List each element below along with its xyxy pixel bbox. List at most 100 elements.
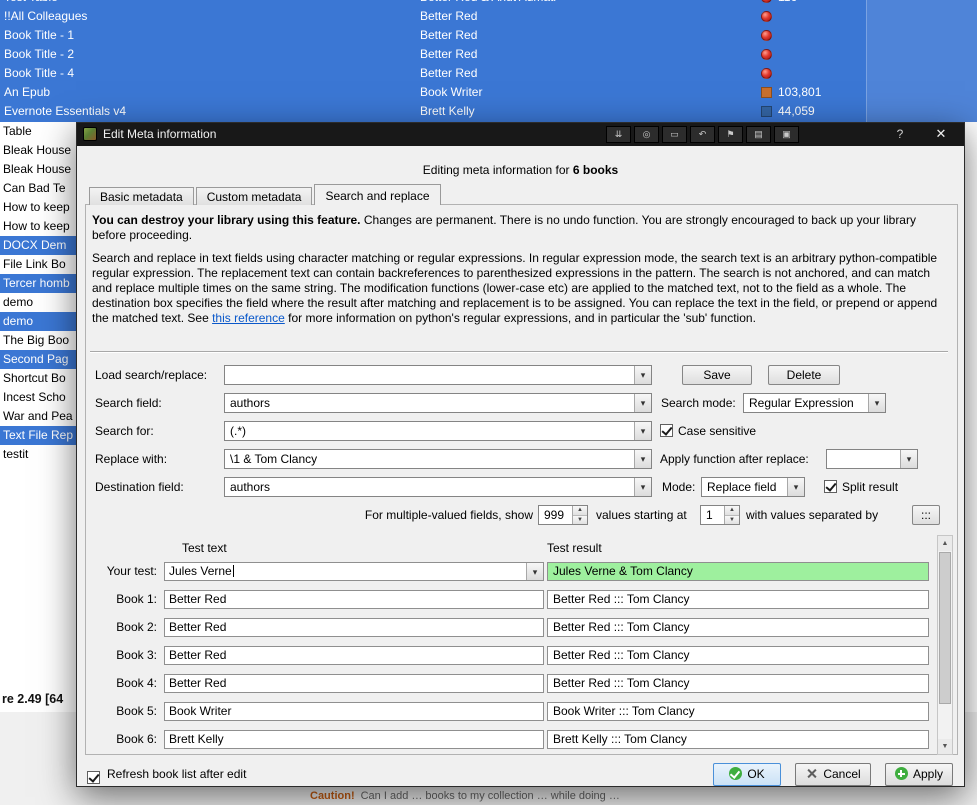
book-row[interactable]: !!All Colleagues Better Red <box>0 7 977 26</box>
split-result-label[interactable]: Split result <box>842 477 898 497</box>
book-pages: 116 <box>778 0 797 7</box>
scrollbar-thumb[interactable] <box>939 552 951 704</box>
spin-down-icon[interactable]: ▼ <box>725 515 739 524</box>
destination-field-combo[interactable]: authors ▾ <box>224 477 652 497</box>
book-row[interactable]: Evernote Essentials v4 Brett Kelly 44,05… <box>0 102 977 121</box>
start-value-spinner[interactable]: 1 ▲ ▼ <box>700 505 740 525</box>
replace-with-combo[interactable]: \1 & Tom Clancy ▾ <box>224 449 652 469</box>
book-row[interactable]: An Epub Book Writer 103,801 <box>0 83 977 102</box>
save-button[interactable]: Save <box>682 365 752 385</box>
spin-up-icon[interactable]: ▲ <box>725 506 739 515</box>
book-6-input[interactable]: Brett Kelly <box>164 730 544 749</box>
chevron-down-icon[interactable]: ▾ <box>634 450 651 468</box>
apply-function-combo[interactable]: ▾ <box>826 449 918 469</box>
apply-label: Apply <box>912 767 944 781</box>
search-field-label: Search field: <box>95 396 162 410</box>
chevron-down-icon[interactable]: ▾ <box>634 366 651 384</box>
tab-bar: Basic metadata Custom metadata Search an… <box>89 184 443 205</box>
dialog-title: Edit Meta information <box>103 127 217 141</box>
search-for-label: Search for: <box>95 424 154 438</box>
book-row[interactable]: Book Title - 4 Better Red <box>0 64 977 83</box>
search-field-combo[interactable]: authors ▾ <box>224 393 652 413</box>
book-author: Better Red <box>420 47 478 61</box>
tab-basic-metadata[interactable]: Basic metadata <box>89 187 194 205</box>
edit-meta-dialog: Edit Meta information ⇊ ◎ ▭ ↶ ⚑ ▤ ▣ ? ✕ … <box>76 122 965 787</box>
book-2-input[interactable]: Better Red <box>164 618 544 637</box>
apply-button[interactable]: Apply <box>885 763 953 786</box>
tab-search-and-replace[interactable]: Search and replace <box>314 184 441 205</box>
replace-with-label: Replace with: <box>95 452 168 466</box>
spinner-arrows: ▲ ▼ <box>724 506 739 524</box>
close-icon[interactable]: ✕ <box>932 126 950 142</box>
highlight-widget-icon[interactable]: ◎ <box>634 126 659 143</box>
spin-up-icon[interactable]: ▲ <box>573 506 587 515</box>
red-sphere-icon <box>761 49 772 60</box>
delete-button[interactable]: Delete <box>768 365 840 385</box>
chevron-down-icon[interactable]: ▾ <box>634 478 651 496</box>
chevron-down-icon[interactable]: ▾ <box>634 394 651 412</box>
book-row[interactable]: Book Title - 1 Better Red <box>0 26 977 45</box>
spinner-value: 1 <box>706 508 713 522</box>
undo-widget-icon[interactable]: ↶ <box>690 126 715 143</box>
scroll-up-icon[interactable]: ▲ <box>938 536 952 551</box>
this-reference-link[interactable]: this reference <box>212 311 285 325</box>
description-text: Search and replace in text fields using … <box>92 251 950 326</box>
spinner-arrows: ▲ ▼ <box>572 506 587 524</box>
calibre-screen: Test Table Better Red & Anut Admati 116 … <box>0 0 977 805</box>
book-author: Better Red <box>420 9 478 23</box>
collapse-widget-icon[interactable]: ⇊ <box>606 126 631 143</box>
dialog-titlebar[interactable]: Edit Meta information ⇊ ◎ ▭ ↶ ⚑ ▤ ▣ ? ✕ <box>77 123 964 146</box>
chevron-down-icon[interactable]: ▾ <box>900 450 917 468</box>
multi-fields-label-1: For multiple-valued fields, show <box>364 508 533 522</box>
book-row[interactable]: Test Table Better Red & Anut Admati 116 <box>0 0 977 7</box>
help-icon[interactable]: ? <box>892 127 908 141</box>
book-5-input[interactable]: Book Writer <box>164 702 544 721</box>
show-values-spinner[interactable]: 999 ▲ ▼ <box>538 505 588 525</box>
subtitle-prefix: Editing meta information for <box>422 163 573 177</box>
book-row[interactable]: Book Title - 2 Better Red <box>0 45 977 64</box>
mode-label: Mode: <box>662 480 696 494</box>
caution-label: Caution! <box>310 790 355 802</box>
tab-custom-metadata[interactable]: Custom metadata <box>195 187 313 205</box>
chevron-down-icon[interactable]: ▾ <box>634 422 651 440</box>
cancel-button[interactable]: Cancel <box>795 763 871 786</box>
search-mode-combo[interactable]: Regular Expression ▾ <box>743 393 886 413</box>
book-author: Book Writer <box>420 85 483 99</box>
refresh-book-list-checkbox[interactable] <box>87 771 100 784</box>
split-result-checkbox[interactable] <box>824 480 837 493</box>
chevron-down-icon[interactable]: ▾ <box>526 563 543 580</box>
scroll-down-icon[interactable]: ▼ <box>938 739 952 754</box>
spin-down-icon[interactable]: ▼ <box>573 515 587 524</box>
mode-combo[interactable]: Replace field ▾ <box>701 477 805 497</box>
test-area-scrollbar[interactable]: ▲ ▼ <box>937 535 953 755</box>
flag-widget-icon[interactable]: ⚑ <box>718 126 743 143</box>
minimize-widget-icon[interactable]: ▤ <box>746 126 771 143</box>
chevron-down-icon[interactable]: ▾ <box>868 394 885 412</box>
dialog-subtitle: Editing meta information for 6 books <box>77 163 964 177</box>
multi-fields-label-2: values starting at <box>596 508 687 522</box>
book-6-result: Brett Kelly ::: Tom Clancy <box>547 730 929 749</box>
book-4-label: Book 4: <box>116 676 157 690</box>
book-author: Brett Kelly <box>420 104 475 118</box>
search-for-combo[interactable]: (.*) ▾ <box>224 421 652 441</box>
subtitle-book-count: 6 books <box>572 163 619 177</box>
combo-value: Replace field <box>707 480 777 494</box>
separator-button[interactable]: ::: <box>912 505 940 525</box>
book-4-input[interactable]: Better Red <box>164 674 544 693</box>
caution-hint: Caution! Can I add … books to my collecti… <box>310 790 620 802</box>
ok-button[interactable]: OK <box>713 763 781 786</box>
case-sensitive-checkbox[interactable] <box>660 424 673 437</box>
screen-widget-icon[interactable]: ▭ <box>662 126 687 143</box>
book-2-result: Better Red ::: Tom Clancy <box>547 618 929 637</box>
your-test-input[interactable]: Jules Verne ▾ <box>164 562 544 581</box>
book-1-input[interactable]: Better Red <box>164 590 544 609</box>
load-search-replace-combo[interactable]: ▾ <box>224 365 652 385</box>
refresh-book-list-label[interactable]: Refresh book list after edit <box>107 767 246 781</box>
multi-fields-label-3: with values separated by <box>746 508 879 522</box>
your-test-label: Your test: <box>106 564 157 578</box>
chevron-down-icon[interactable]: ▾ <box>787 478 804 496</box>
book-3-input[interactable]: Better Red <box>164 646 544 665</box>
panel-widget-icon[interactable]: ▣ <box>774 126 799 143</box>
red-sphere-icon <box>761 30 772 41</box>
case-sensitive-label[interactable]: Case sensitive <box>678 421 756 441</box>
